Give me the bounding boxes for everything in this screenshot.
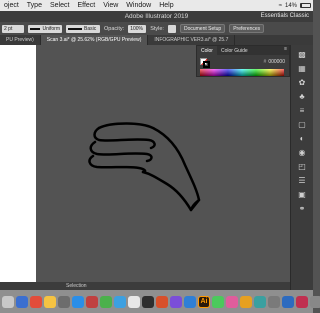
color-panel-icon[interactable]: ▩ (298, 50, 307, 59)
dock-app-icon[interactable] (142, 295, 154, 308)
tab-scan3[interactable]: Scan 3.ai* @ 25.62% (RGB/GPU Preview) (40, 35, 149, 45)
dock-app-icon[interactable] (100, 295, 112, 308)
dock-app-icon[interactable] (268, 295, 280, 308)
tab-color[interactable]: Color (197, 46, 217, 55)
artboard-canvas[interactable] (36, 45, 290, 290)
tab-previous-doc[interactable]: PU Preview) (0, 35, 41, 45)
menu-type[interactable]: Type (23, 2, 46, 9)
menu-object[interactable]: oject (0, 2, 23, 9)
dock-app-icon[interactable] (170, 295, 182, 308)
menubar-status: ≈ 14% (279, 3, 313, 9)
macos-dock: Ai (0, 290, 320, 313)
menu-view[interactable]: View (99, 2, 122, 9)
brush-preview-icon (68, 27, 82, 30)
dock-app-icon[interactable] (30, 295, 42, 308)
graphic-style-picker[interactable] (167, 24, 176, 33)
stroke-black-icon[interactable] (203, 61, 210, 68)
tab-color-guide[interactable]: Color Guide (217, 46, 252, 55)
color-spectrum-bar[interactable] (200, 69, 284, 76)
layers-icon[interactable]: ☰ (298, 176, 307, 185)
current-tool-label: Selection (66, 283, 87, 289)
hand-sketch[interactable] (81, 120, 201, 215)
appearance-icon[interactable]: ◉ (298, 148, 307, 157)
menu-help[interactable]: Help (155, 2, 177, 9)
transparency-icon[interactable]: ◐ (298, 134, 307, 143)
symbol-icon[interactable]: ♣ (298, 92, 307, 101)
battery-percent: 14% (284, 2, 297, 9)
workspace-switcher[interactable]: Essentials Classic (261, 13, 309, 19)
illustrator-dock-icon[interactable]: Ai (198, 295, 210, 308)
app-titlebar: Adobe Illustrator 2019 Essentials Classi… (0, 11, 313, 22)
dock-app-icon[interactable] (156, 295, 168, 308)
opacity-label: Opacity: (104, 25, 125, 32)
macos-menubar: oject Type Select Effect View Window Hel… (0, 0, 313, 11)
stroke-preview-icon (30, 27, 41, 30)
stroke-weight-field[interactable]: 2 pt (2, 24, 24, 33)
dock-app-icon[interactable] (44, 295, 56, 308)
status-bar: Selection (0, 282, 290, 290)
brush-definition[interactable]: Basic (66, 24, 100, 33)
dock-app-icon[interactable] (2, 295, 14, 308)
dock-app-icon[interactable] (58, 295, 70, 308)
hash-icon: # (263, 59, 267, 65)
style-label: Style: (150, 25, 164, 32)
dock-app-icon[interactable] (212, 295, 224, 308)
hex-readout: # 000000 (264, 59, 285, 65)
links-icon[interactable]: ⚭ (298, 204, 307, 213)
dock-app-icon[interactable] (184, 295, 196, 308)
preferences-button[interactable]: Preferences (229, 24, 265, 33)
artboards-icon[interactable]: ▣ (298, 190, 307, 199)
opacity-field[interactable]: 100% (128, 24, 147, 33)
graphic-styles-icon[interactable]: ◰ (298, 162, 307, 171)
dock-app-icon[interactable] (86, 295, 98, 308)
panel-menu-icon[interactable]: ≡ (284, 46, 289, 55)
dock-app-icon[interactable] (16, 295, 28, 308)
tab-infographic[interactable]: INFOGRAPHIC VER3.ai* @ 25.7 (148, 35, 236, 45)
control-bar: 2 pt Uniform Basic Opacity: 100% Style: … (0, 22, 313, 35)
hex-value-field[interactable]: 000000 (268, 59, 285, 65)
color-panel: Color Color Guide ≡ # 000000 (196, 45, 290, 77)
left-panel-area (0, 45, 36, 290)
document-tabs: PU Preview) Scan 3.ai* @ 25.62% (RGB/GPU… (0, 35, 313, 45)
dock-app-icon[interactable] (128, 295, 140, 308)
battery-icon[interactable] (300, 3, 311, 8)
dock-app-icon[interactable] (296, 295, 308, 308)
right-panel-dock: ▩ ▦ ✿ ♣ ≡ ▢ ◐ ◉ ◰ ☰ ▣ ⚭ (290, 45, 313, 290)
menu-select[interactable]: Select (46, 2, 73, 9)
document-setup-button[interactable]: Document Setup (179, 24, 226, 33)
dock-app-icon[interactable] (226, 295, 238, 308)
dock-app-icon[interactable] (72, 295, 84, 308)
gradient-icon[interactable]: ▢ (298, 120, 307, 129)
dock-app-icon[interactable] (240, 295, 252, 308)
app-title: Adobe Illustrator 2019 (124, 13, 189, 20)
brush-icon[interactable]: ✿ (298, 78, 307, 87)
dock-app-icon[interactable] (114, 295, 126, 308)
fill-stroke-swatches[interactable] (200, 58, 210, 68)
color-panel-tabs: Color Color Guide ≡ (197, 46, 289, 55)
dock-app-icon[interactable] (310, 295, 320, 308)
stroke-icon[interactable]: ≡ (298, 106, 307, 115)
wifi-icon[interactable]: ≈ (279, 3, 282, 9)
swatch-icon[interactable]: ▦ (298, 64, 307, 73)
menu-window[interactable]: Window (122, 2, 155, 9)
color-panel-body: # 000000 (197, 55, 289, 78)
dock-app-icon[interactable] (254, 295, 266, 308)
menu-effect[interactable]: Effect (73, 2, 99, 9)
dock-app-icon[interactable] (282, 295, 294, 308)
variable-width-profile[interactable]: Uniform (28, 24, 62, 33)
